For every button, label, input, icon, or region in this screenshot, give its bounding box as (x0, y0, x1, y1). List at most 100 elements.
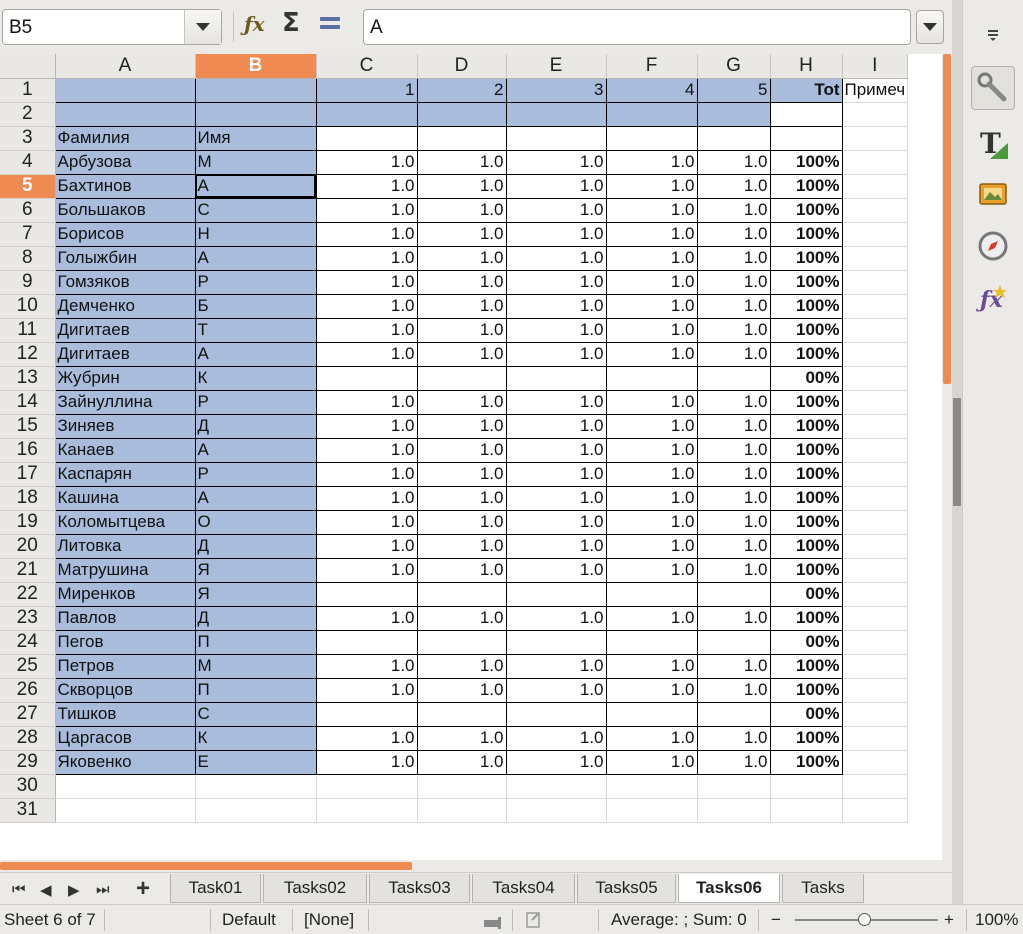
grid-cell[interactable]: 100% (770, 654, 843, 679)
vertical-scroll-thumb[interactable] (943, 54, 951, 384)
grid-cell[interactable] (842, 390, 909, 415)
grid-cell[interactable]: Д (195, 414, 317, 439)
grid-cell[interactable]: 1.0 (697, 198, 771, 223)
grid-cell[interactable]: 1.0 (606, 750, 698, 775)
sidebar-menu-button[interactable] (971, 12, 1015, 56)
sidebar-grip[interactable] (953, 398, 961, 506)
grid-cell[interactable] (697, 582, 771, 607)
grid-cell[interactable]: 1.0 (417, 294, 507, 319)
navigator-button[interactable] (971, 224, 1015, 268)
grid-cell[interactable]: 1.0 (417, 486, 507, 511)
row-header[interactable]: 23 (0, 606, 56, 631)
grid-cell[interactable]: 1.0 (606, 318, 698, 343)
grid-cell[interactable] (697, 366, 771, 391)
tab-task01[interactable]: Task01 (170, 874, 261, 903)
grid-cell[interactable]: 1.0 (697, 222, 771, 247)
grid-cell[interactable]: Бахтинов (55, 174, 196, 199)
row-header[interactable]: 1 (0, 78, 56, 103)
grid-cell[interactable]: Н (195, 222, 317, 247)
row-header[interactable]: 4 (0, 150, 56, 175)
grid-cell[interactable]: Коломытцева (55, 510, 196, 535)
grid-cell[interactable]: 1.0 (316, 750, 418, 775)
grid-cell[interactable]: 100% (770, 246, 843, 271)
grid-cell[interactable]: 1.0 (606, 390, 698, 415)
grid-cell[interactable]: 1.0 (316, 726, 418, 751)
grid-cell[interactable] (417, 774, 507, 799)
insert-mode-icon[interactable] (484, 914, 502, 934)
grid-cell[interactable]: 1.0 (316, 558, 418, 583)
grid-cell[interactable] (506, 366, 607, 391)
grid-cell[interactable]: 100% (770, 222, 843, 247)
grid-cell[interactable] (506, 102, 607, 127)
document-modified-icon[interactable] (526, 912, 542, 933)
grid-cell[interactable]: 1.0 (417, 198, 507, 223)
grid-cell[interactable] (606, 798, 698, 823)
grid-cell[interactable]: 1.0 (697, 726, 771, 751)
grid-cell[interactable]: 00% (770, 366, 843, 391)
grid-cell[interactable]: 1.0 (606, 246, 698, 271)
grid-cell[interactable] (842, 678, 909, 703)
grid-cell[interactable]: 1.0 (697, 342, 771, 367)
styles-button[interactable]: T (971, 122, 1015, 166)
function-wizard-icon[interactable]: ƒx (244, 12, 274, 42)
tab-tasks04[interactable]: Tasks04 (472, 874, 575, 903)
grid-cell[interactable] (842, 342, 909, 367)
grid-cell[interactable] (316, 630, 418, 655)
row-header[interactable]: 22 (0, 582, 56, 607)
grid-cell[interactable]: Арбузова (55, 150, 196, 175)
grid-cell[interactable]: 100% (770, 534, 843, 559)
grid-cell[interactable]: 1.0 (417, 270, 507, 295)
grid-cell[interactable]: 1.0 (506, 462, 607, 487)
row-header[interactable]: 24 (0, 630, 56, 655)
last-sheet-icon[interactable]: ⏭ (96, 881, 110, 898)
grid-cell[interactable]: 1.0 (506, 222, 607, 247)
grid-cell[interactable]: 100% (770, 390, 843, 415)
grid-cell[interactable]: 1.0 (417, 510, 507, 535)
formula-icon[interactable] (320, 17, 350, 47)
sidebar-handle[interactable] (952, 0, 962, 933)
tab-tasks[interactable]: Tasks (782, 874, 864, 903)
grid-cell[interactable]: 1.0 (697, 174, 771, 199)
grid-cell[interactable]: 1.0 (506, 270, 607, 295)
previous-sheet-icon[interactable]: ◀ (40, 881, 52, 899)
grid-cell[interactable]: Голыжбин (55, 246, 196, 271)
grid-cell[interactable]: 1.0 (697, 246, 771, 271)
grid-cell[interactable]: Тишков (55, 702, 196, 727)
grid-cell[interactable]: 1.0 (506, 198, 607, 223)
grid-cell[interactable] (842, 126, 909, 151)
grid-cell[interactable]: Литовка (55, 534, 196, 559)
grid-cell[interactable]: 3 (506, 78, 607, 103)
grid-cell[interactable]: 1.0 (697, 558, 771, 583)
grid-cell[interactable] (842, 414, 909, 439)
grid-cell[interactable]: 100% (770, 414, 843, 439)
grid-cell[interactable]: 1.0 (316, 270, 418, 295)
grid-cell[interactable]: Зайнуллина (55, 390, 196, 415)
grid-cell[interactable]: 1.0 (697, 678, 771, 703)
grid-cell[interactable]: 1.0 (316, 150, 418, 175)
grid-cell[interactable]: 1.0 (417, 654, 507, 679)
grid-cell[interactable] (195, 102, 317, 127)
grid-cell[interactable] (316, 798, 418, 823)
grid-cell[interactable] (606, 582, 698, 607)
grid-cell[interactable] (506, 702, 607, 727)
row-header[interactable]: 27 (0, 702, 56, 727)
next-sheet-icon[interactable]: ▶ (68, 881, 80, 899)
grid-cell[interactable]: Дигитаев (55, 318, 196, 343)
grid-cell[interactable] (842, 750, 909, 775)
grid-cell[interactable] (697, 774, 771, 799)
grid-cell[interactable] (842, 198, 909, 223)
grid-cell[interactable] (842, 174, 909, 199)
grid-cell[interactable]: 100% (770, 270, 843, 295)
grid-cell[interactable]: 1.0 (316, 198, 418, 223)
grid-cell[interactable] (842, 798, 909, 823)
grid-cell[interactable]: 1.0 (316, 438, 418, 463)
column-header-f[interactable]: F (606, 54, 698, 79)
grid-cell[interactable]: 1.0 (606, 150, 698, 175)
row-header[interactable]: 31 (0, 798, 56, 823)
column-header-d[interactable]: D (417, 54, 507, 79)
grid-cell[interactable] (842, 558, 909, 583)
grid-cell[interactable]: 1.0 (316, 486, 418, 511)
grid-cell[interactable]: 1.0 (606, 462, 698, 487)
grid-cell[interactable] (316, 774, 418, 799)
grid-cell[interactable] (697, 702, 771, 727)
